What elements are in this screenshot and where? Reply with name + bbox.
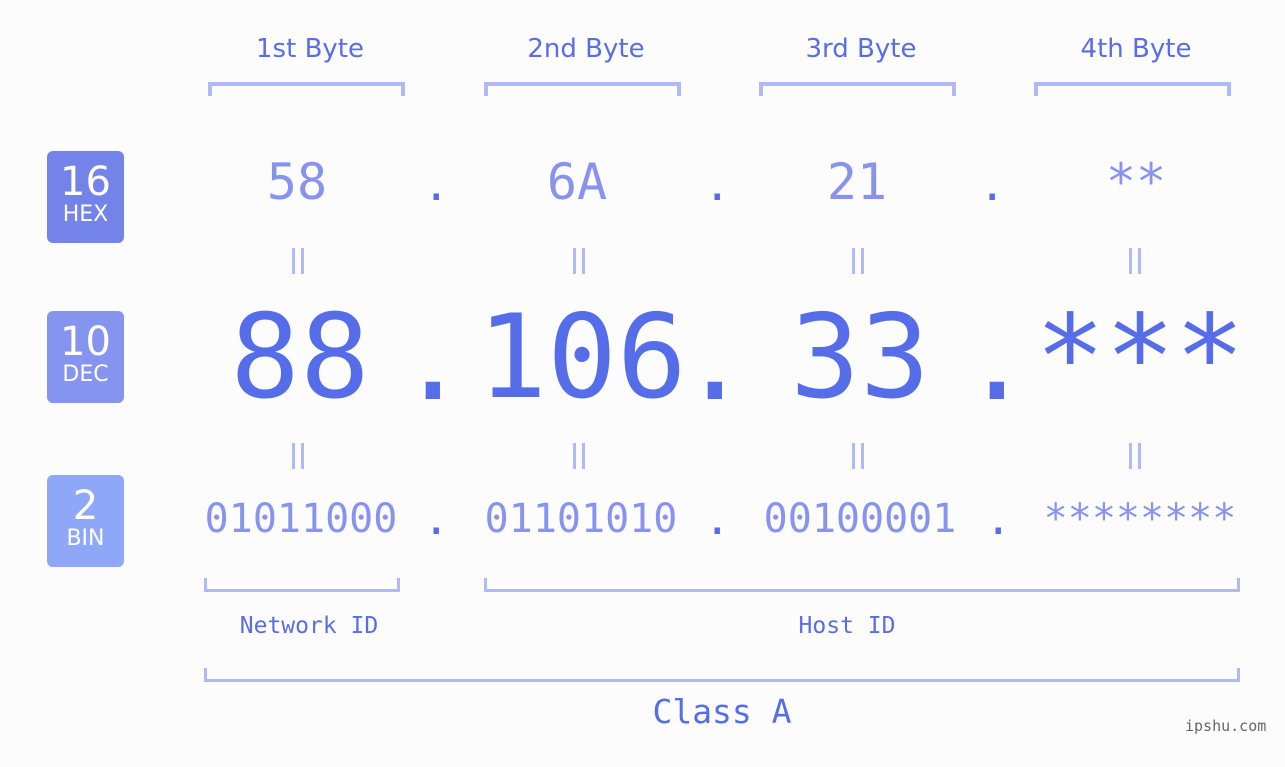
equals-icon xyxy=(573,248,585,274)
dec-badge: 10 DEC xyxy=(47,311,124,403)
byte-bracket-1 xyxy=(208,82,405,96)
hex-separator-2: . xyxy=(704,160,731,211)
dec-separator-2: . xyxy=(680,292,750,427)
bin-byte-1: 01011000 xyxy=(204,496,398,542)
bin-byte-4: ******** xyxy=(1043,496,1237,542)
class-label: Class A xyxy=(652,692,792,731)
hex-badge: 16 HEX xyxy=(47,151,124,243)
equals-icon xyxy=(852,443,864,469)
bin-base-name: BIN xyxy=(66,526,105,551)
equals-icon xyxy=(1129,443,1141,469)
dec-separator-3: . xyxy=(962,292,1032,427)
dec-base-number: 10 xyxy=(60,319,111,365)
bin-badge: 2 BIN xyxy=(47,475,124,567)
bin-separator-2: . xyxy=(704,494,731,545)
byte-bracket-4 xyxy=(1034,82,1231,96)
watermark: ipshu.com xyxy=(1185,717,1267,735)
network-id-bracket xyxy=(204,578,400,592)
bin-byte-2: 01101010 xyxy=(484,496,678,542)
byte-bracket-2 xyxy=(484,82,681,96)
equals-icon xyxy=(292,443,304,469)
hex-byte-2: 6A xyxy=(546,153,608,211)
host-id-label: Host ID xyxy=(798,613,896,639)
hex-byte-4: ** xyxy=(1105,153,1167,211)
byte-label-1: 1st Byte xyxy=(256,34,364,64)
byte-label-3: 3rd Byte xyxy=(805,34,917,64)
bin-separator-1: . xyxy=(423,494,450,545)
dec-base-name: DEC xyxy=(62,362,109,387)
hex-byte-1: 58 xyxy=(266,153,328,211)
hex-base-name: HEX xyxy=(62,202,109,227)
equals-icon xyxy=(292,248,304,274)
hex-base-number: 16 xyxy=(60,159,111,205)
bin-byte-3: 00100001 xyxy=(763,496,957,542)
class-bracket xyxy=(204,668,1240,682)
byte-label-4: 4th Byte xyxy=(1080,34,1192,64)
dec-byte-4: *** xyxy=(1035,290,1245,425)
hex-separator-3: . xyxy=(979,160,1006,211)
hex-separator-1: . xyxy=(423,160,450,211)
byte-bracket-3 xyxy=(759,82,956,96)
bin-base-number: 2 xyxy=(72,483,99,529)
dec-separator-1: . xyxy=(398,292,468,427)
network-id-label: Network ID xyxy=(239,613,379,639)
equals-icon xyxy=(573,443,585,469)
bin-separator-3: . xyxy=(985,494,1012,545)
equals-icon xyxy=(852,248,864,274)
byte-label-2: 2nd Byte xyxy=(527,34,645,64)
equals-icon xyxy=(1129,248,1141,274)
hex-byte-3: 21 xyxy=(826,153,888,211)
host-id-bracket xyxy=(484,578,1240,592)
